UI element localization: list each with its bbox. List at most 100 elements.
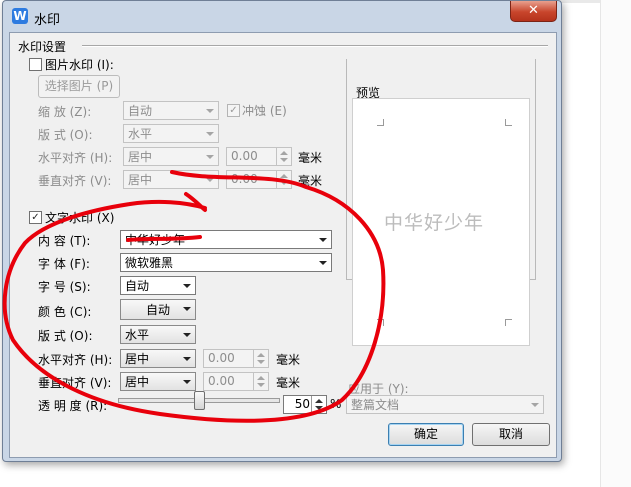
font-label: 字 体 (F): — [38, 257, 90, 271]
size-value: 自动 — [125, 279, 150, 293]
text-valign-unit: 毫米 — [276, 376, 301, 390]
margin-corner-top-left — [377, 119, 384, 126]
chevron-down-icon — [183, 357, 191, 361]
picture-halign-value: 居中 — [128, 150, 153, 164]
color-value: 自动 — [145, 303, 170, 317]
transparency-slider-thumb[interactable] — [194, 391, 205, 410]
picture-valign-label: 垂直对齐 (V): — [38, 174, 112, 188]
font-value: 微软雅黑 — [125, 256, 174, 270]
chevron-down-icon — [206, 132, 214, 136]
picture-valign-offset-value: 0.00 — [231, 172, 258, 186]
section-divider — [82, 45, 548, 47]
text-valign-value: 居中 — [125, 375, 150, 389]
spinner-buttons[interactable] — [253, 350, 268, 367]
scale-select[interactable]: 自动 — [123, 101, 219, 120]
color-label: 颜 色 (C): — [38, 305, 92, 319]
chevron-down-icon — [531, 403, 539, 407]
font-select[interactable]: 微软雅黑 — [120, 253, 332, 272]
size-select[interactable]: 自动 — [120, 276, 196, 295]
transparency-label: 透 明 度 (R): — [38, 399, 108, 413]
chevron-down-icon — [319, 238, 327, 242]
scale-value: 自动 — [128, 104, 153, 118]
text-halign-value: 居中 — [125, 352, 150, 366]
chevron-down-icon — [206, 178, 214, 182]
text-layout-label: 版 式 (O): — [38, 329, 93, 343]
picture-layout-label: 版 式 (O): — [38, 128, 93, 142]
ok-button[interactable]: 确定 — [388, 423, 464, 446]
document-edge — [560, 0, 600, 3]
transparency-value: 50 — [294, 397, 310, 411]
select-picture-button[interactable]: 选择图片 (P) — [38, 75, 120, 98]
washout-label: 冲蚀 (E) — [242, 104, 287, 118]
picture-halign-offset-value: 0.00 — [231, 149, 258, 163]
text-watermark-checkbox[interactable]: ✓ — [29, 211, 42, 224]
chevron-down-icon — [183, 307, 191, 311]
spin-up-icon — [257, 376, 265, 380]
spinner-buttons[interactable] — [276, 171, 291, 188]
text-halign-offset-value: 0.00 — [208, 351, 235, 365]
section-title: 水印设置 — [18, 40, 67, 54]
spin-down-icon — [280, 158, 288, 162]
spin-down-icon — [257, 383, 265, 387]
scale-label: 缩 放 (Z): — [38, 105, 92, 119]
spinner-buttons[interactable] — [311, 396, 326, 413]
picture-valign-offset[interactable]: 0.00 — [226, 170, 292, 189]
text-valign-offset-value: 0.00 — [208, 374, 235, 388]
margin-corner-bottom-right — [505, 319, 512, 326]
text-halign-offset[interactable]: 0.00 — [203, 349, 269, 368]
text-valign-offset[interactable]: 0.00 — [203, 372, 269, 391]
apply-to-value: 整篇文档 — [351, 398, 400, 412]
text-halign-label: 水平对齐 (H): — [38, 353, 113, 367]
picture-layout-value: 水平 — [128, 127, 153, 141]
chevron-down-icon — [183, 380, 191, 384]
spinner-buttons[interactable] — [276, 148, 291, 165]
text-halign-unit: 毫米 — [276, 353, 301, 367]
picture-halign-label: 水平对齐 (H): — [38, 151, 113, 165]
spin-up-icon — [280, 151, 288, 155]
washout-checkbox[interactable]: ✓ — [227, 104, 240, 117]
text-watermark-label: 文字水印 (X) — [45, 211, 115, 225]
spin-up-icon — [257, 353, 265, 357]
size-label: 字 号 (S): — [38, 280, 91, 294]
dialog-title: 水印 — [34, 13, 61, 28]
spin-up-icon — [280, 174, 288, 178]
picture-halign-unit: 毫米 — [298, 151, 323, 165]
picture-valign-select[interactable]: 居中 — [123, 170, 219, 189]
picture-watermark-label: 图片水印 (I): — [45, 58, 114, 72]
document-page-edge — [600, 0, 631, 487]
transparency-spinner[interactable]: 50 — [283, 395, 327, 414]
chevron-down-icon — [206, 155, 214, 159]
content-label: 内 容 (T): — [38, 234, 91, 248]
chevron-down-icon — [183, 333, 191, 337]
apply-to-select[interactable]: 整篇文档 — [346, 395, 544, 414]
text-halign-select[interactable]: 居中 — [120, 349, 196, 368]
chevron-down-icon — [183, 284, 191, 288]
spin-up-icon — [315, 399, 323, 403]
picture-valign-value: 居中 — [128, 173, 153, 187]
picture-valign-unit: 毫米 — [298, 174, 323, 188]
spinner-buttons[interactable] — [253, 373, 268, 390]
picture-layout-select[interactable]: 水平 — [123, 124, 219, 143]
text-valign-label: 垂直对齐 (V): — [38, 376, 112, 390]
spin-down-icon — [315, 406, 323, 410]
margin-corner-top-right — [505, 119, 512, 126]
percent-sign: % — [330, 397, 342, 411]
content-input[interactable]: 中华好少年 — [120, 230, 332, 249]
text-valign-select[interactable]: 居中 — [120, 372, 196, 391]
picture-halign-select[interactable]: 居中 — [123, 147, 219, 166]
wps-writer-icon: W — [12, 8, 28, 24]
text-layout-select[interactable]: 水平 — [120, 325, 196, 344]
title-bar[interactable]: W 水印 ✕ — [3, 1, 561, 33]
color-picker[interactable]: 自动 — [120, 299, 196, 320]
cancel-button[interactable]: 取消 — [472, 423, 550, 446]
spin-down-icon — [280, 181, 288, 185]
picture-watermark-checkbox[interactable] — [29, 58, 42, 71]
spin-down-icon — [257, 360, 265, 364]
close-button[interactable]: ✕ — [510, 1, 557, 22]
text-layout-value: 水平 — [125, 328, 150, 342]
content-value: 中华好少年 — [125, 233, 186, 247]
picture-halign-offset[interactable]: 0.00 — [226, 147, 292, 166]
margin-corner-bottom-left — [377, 319, 384, 326]
preview-watermark-text: 中华好少年 — [384, 212, 485, 234]
chevron-down-icon — [206, 109, 214, 113]
